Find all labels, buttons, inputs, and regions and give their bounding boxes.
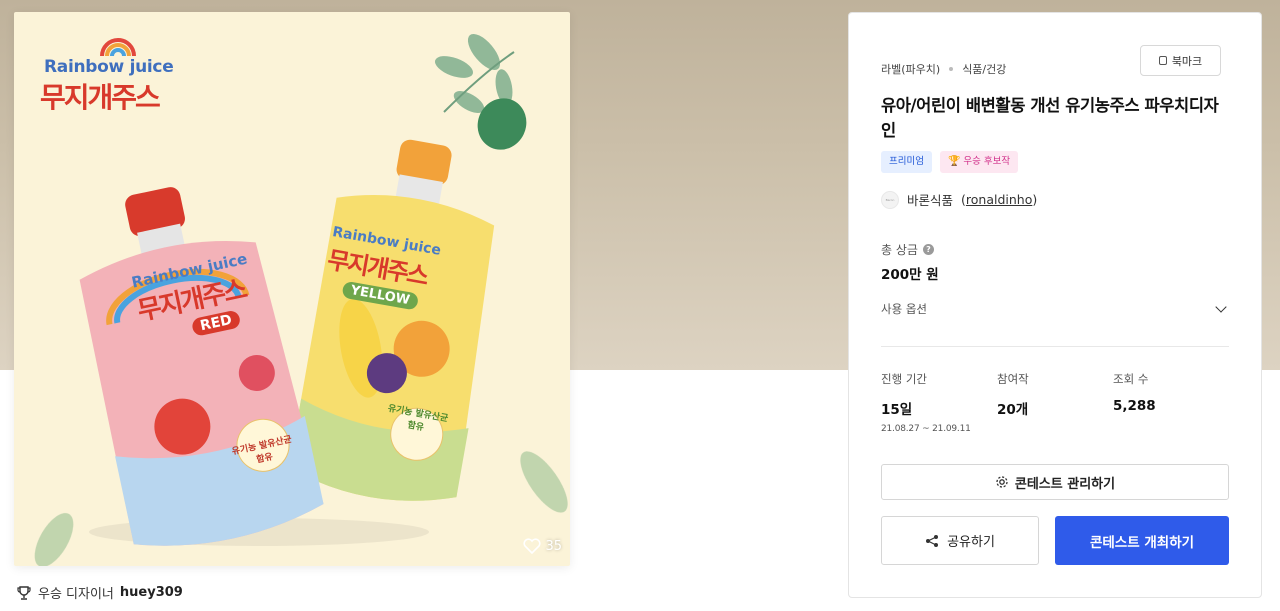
stat-entries-value: 20개 — [997, 402, 1029, 418]
divider — [881, 346, 1229, 347]
contest-badges: 프리미엄 🏆 우승 후보작 — [881, 151, 1019, 173]
share-label: 공유하기 — [947, 535, 995, 550]
prize-label-row: 총 상금 ? — [881, 241, 934, 258]
manage-contest-label: 콘테스트 관리하기 — [1014, 476, 1116, 492]
stat-views-label: 조회 수 — [1113, 372, 1149, 386]
bookmark-icon — [1158, 56, 1167, 65]
contest-info-panel: 북마크 라벨(파우치) 식품/건강 유아/어린이 배변활동 개선 유기농주스 파… — [848, 12, 1262, 598]
host-name: 바론식품 — [907, 193, 954, 208]
contest-title: 유아/어린이 배변활동 개선 유기농주스 파우치디자인 — [881, 96, 1219, 140]
candidate-badge-label: 우승 후보작 — [963, 156, 1011, 167]
trophy-icon: 🏆 — [947, 156, 961, 167]
gear-icon — [996, 476, 1008, 488]
stat-period-label: 진행 기간 — [881, 372, 927, 386]
chevron-down-icon — [1215, 301, 1227, 313]
heart-icon — [523, 538, 541, 554]
stat-views: 조회 수 5,288 — [1113, 371, 1229, 434]
host-contest-button[interactable]: 콘테스트 개최하기 — [1055, 516, 1229, 565]
breadcrumb-industry[interactable]: 식품/건강 — [962, 61, 1006, 77]
breadcrumb-separator — [949, 67, 954, 71]
winner-label: 우승 디자이너 — [38, 587, 114, 602]
contest-host[interactable]: Baron 바론식품 (ronaldinho) — [881, 190, 1037, 209]
stat-entries-label: 참여작 — [997, 372, 1029, 386]
premium-badge: 프리미엄 — [881, 151, 932, 173]
bookmark-button[interactable]: 북마크 — [1140, 45, 1221, 76]
winner-designer: 우승 디자이너 huey309 — [16, 583, 183, 602]
contest-stats: 진행 기간 15일 21.08.27 ~ 21.09.11 참여작 20개 조회… — [881, 371, 1229, 434]
winner-username[interactable]: huey309 — [120, 585, 183, 600]
stat-entries: 참여작 20개 — [997, 371, 1113, 434]
help-icon[interactable]: ? — [922, 244, 934, 255]
trophy-icon — [17, 585, 31, 600]
entry-artwork[interactable]: Rainbow juice 무지개주스 Rainbow juice 무지개주스 … — [14, 12, 570, 566]
host-avatar: Baron — [881, 190, 899, 209]
brand-name-ko: 무지개주스 — [40, 81, 161, 114]
rainbow-logo-icon — [100, 38, 136, 56]
manage-contest-button[interactable]: 콘테스트 관리하기 — [881, 464, 1229, 500]
stat-period: 진행 기간 15일 21.08.27 ~ 21.09.11 — [881, 371, 997, 434]
prize-label: 총 상금 — [881, 243, 918, 257]
breadcrumb: 라벨(파우치) 식품/건강 — [881, 61, 1006, 77]
share-button[interactable]: 공유하기 — [881, 516, 1039, 565]
stat-period-value: 15일 — [881, 402, 913, 418]
like-button[interactable]: 35 — [523, 538, 562, 554]
bookmark-label: 북마크 — [1171, 54, 1203, 68]
share-icon — [926, 534, 939, 547]
usage-options-toggle[interactable]: 사용 옵션 — [881, 301, 1231, 317]
prize-value: 200만 원 — [881, 267, 939, 283]
usage-options-label: 사용 옵션 — [881, 302, 927, 316]
candidate-badge: 🏆 우승 후보작 — [939, 151, 1019, 173]
brand-name-en: Rainbow juice — [44, 57, 174, 77]
host-handle[interactable]: ronaldinho — [966, 192, 1032, 207]
stat-views-value: 5,288 — [1113, 398, 1156, 414]
like-count: 35 — [545, 538, 562, 554]
stat-period-range: 21.08.27 ~ 21.09.11 — [881, 424, 971, 434]
breadcrumb-category[interactable]: 라벨(파우치) — [881, 61, 940, 77]
